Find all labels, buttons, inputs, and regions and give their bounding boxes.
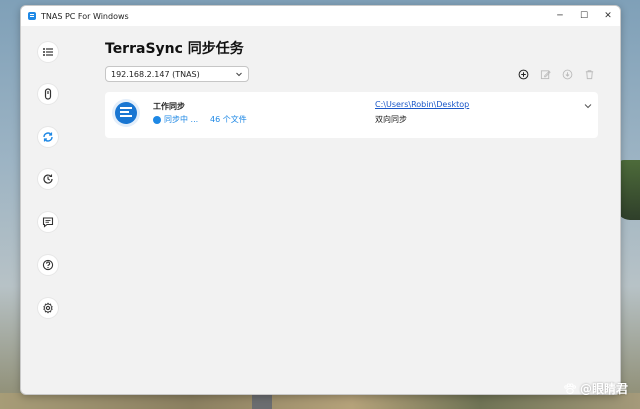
task-folder-icon bbox=[112, 99, 140, 127]
clock-icon bbox=[43, 174, 53, 184]
add-task-button[interactable] bbox=[515, 66, 532, 83]
sync-task-card[interactable]: 工作同步 同步中 ... 46 个文件 C:\Users\Robin\Deskt… bbox=[105, 92, 598, 138]
task-local-path-link[interactable]: C:\Users\Robin\Desktop bbox=[375, 100, 469, 109]
task-status: 同步中 ... bbox=[153, 113, 199, 125]
edit-task-button[interactable] bbox=[537, 66, 554, 83]
title-bar: TNAS PC For Windows ─ ☐ ✕ bbox=[21, 6, 620, 26]
task-status-text: 同步中 ... bbox=[164, 115, 199, 124]
task-name: 工作同步 bbox=[153, 102, 185, 111]
page-title: TerraSync 同步任务 bbox=[105, 41, 244, 57]
watermark-text: @眼睛君 bbox=[579, 382, 628, 396]
device-select-value: 192.168.2.147 (TNAS) bbox=[111, 69, 200, 79]
desktop-scenery-shore bbox=[0, 393, 640, 409]
task-sync-mode: 双向同步 bbox=[375, 115, 407, 124]
window-title: TNAS PC For Windows bbox=[41, 11, 129, 21]
task-file-count: 46 个文件 bbox=[210, 115, 247, 124]
app-window: TNAS PC For Windows ─ ☐ ✕ TerraSync 同步任务… bbox=[20, 5, 621, 395]
backup-icon bbox=[44, 88, 52, 100]
message-icon bbox=[42, 217, 54, 228]
help-icon bbox=[42, 259, 54, 271]
paw-icon bbox=[564, 382, 576, 394]
watermark: @眼睛君 bbox=[563, 380, 628, 397]
sidebar-item-task-list[interactable] bbox=[38, 42, 58, 62]
minimize-button[interactable]: ─ bbox=[548, 6, 572, 26]
pause-circle-icon bbox=[562, 69, 573, 80]
expand-chevron-icon[interactable] bbox=[583, 101, 593, 111]
sync-icon bbox=[43, 132, 53, 142]
sidebar-item-sync[interactable] bbox=[38, 127, 58, 147]
plus-circle-icon bbox=[518, 69, 529, 80]
sidebar-item-settings[interactable] bbox=[38, 298, 58, 318]
sidebar-item-help[interactable] bbox=[38, 255, 58, 275]
desktop-scenery-road bbox=[252, 393, 272, 409]
sidebar-item-history[interactable] bbox=[38, 169, 58, 189]
trash-icon bbox=[585, 70, 594, 80]
app-logo-icon bbox=[28, 12, 36, 20]
list-icon bbox=[43, 48, 53, 56]
pause-task-button[interactable] bbox=[559, 66, 576, 83]
maximize-button[interactable]: ☐ bbox=[572, 6, 596, 26]
close-button[interactable]: ✕ bbox=[596, 6, 620, 26]
sidebar-item-messages[interactable] bbox=[38, 212, 58, 232]
toolbar bbox=[515, 66, 598, 83]
device-select[interactable]: 192.168.2.147 (TNAS) bbox=[105, 66, 249, 82]
chevron-down-icon bbox=[236, 72, 242, 77]
syncing-icon bbox=[153, 113, 161, 124]
gear-icon bbox=[43, 302, 53, 314]
sidebar bbox=[21, 26, 75, 394]
delete-task-button[interactable] bbox=[581, 66, 598, 83]
edit-icon bbox=[540, 70, 551, 80]
sidebar-item-backup[interactable] bbox=[38, 84, 58, 104]
